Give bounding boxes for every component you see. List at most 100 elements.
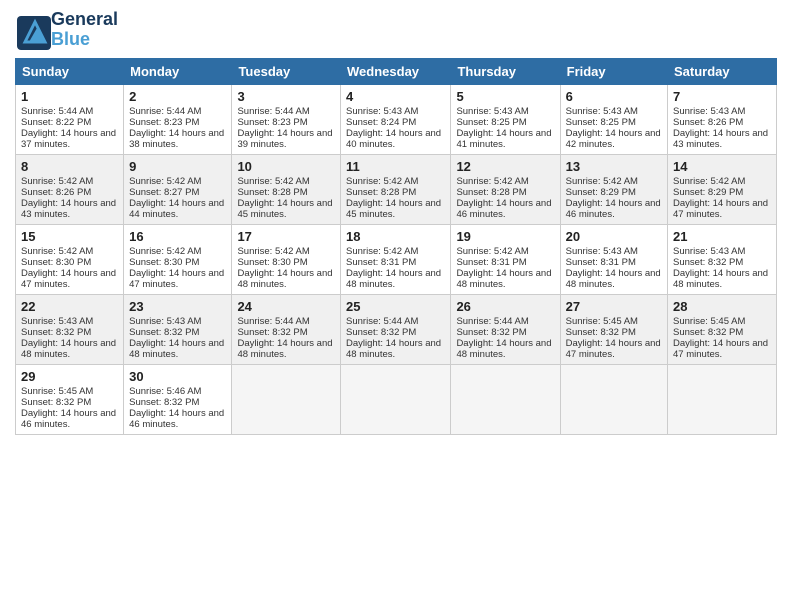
sunrise-label: Sunrise: 5:44 AM: [237, 106, 309, 117]
sunset-label: Sunset: 8:29 PM: [673, 187, 743, 198]
sunset-label: Sunset: 8:32 PM: [346, 327, 416, 338]
day-cell: 19 Sunrise: 5:42 AM Sunset: 8:31 PM Dayl…: [451, 224, 560, 294]
daylight-label: Daylight: 14 hours and 40 minutes.: [346, 128, 441, 150]
col-header-thursday: Thursday: [451, 58, 560, 84]
day-number: 8: [21, 159, 118, 174]
sunrise-label: Sunrise: 5:42 AM: [346, 246, 418, 257]
sunrise-label: Sunrise: 5:42 AM: [673, 176, 745, 187]
sunset-label: Sunset: 8:23 PM: [129, 117, 199, 128]
sunrise-label: Sunrise: 5:43 AM: [21, 316, 93, 327]
header-row: SundayMondayTuesdayWednesdayThursdayFrid…: [16, 58, 777, 84]
day-cell: 22 Sunrise: 5:43 AM Sunset: 8:32 PM Dayl…: [16, 294, 124, 364]
page: General Blue SundayMondayTuesdayWednesda…: [0, 0, 792, 612]
sunrise-label: Sunrise: 5:43 AM: [346, 106, 418, 117]
day-cell: 1 Sunrise: 5:44 AM Sunset: 8:22 PM Dayli…: [16, 84, 124, 154]
logo-text: General Blue: [51, 10, 118, 50]
sunrise-label: Sunrise: 5:42 AM: [346, 176, 418, 187]
daylight-label: Daylight: 14 hours and 48 minutes.: [237, 338, 332, 360]
col-header-tuesday: Tuesday: [232, 58, 341, 84]
sunrise-label: Sunrise: 5:44 AM: [346, 316, 418, 327]
day-number: 1: [21, 89, 118, 104]
day-cell: 5 Sunrise: 5:43 AM Sunset: 8:25 PM Dayli…: [451, 84, 560, 154]
col-header-monday: Monday: [124, 58, 232, 84]
sunset-label: Sunset: 8:31 PM: [566, 257, 636, 268]
week-row-4: 22 Sunrise: 5:43 AM Sunset: 8:32 PM Dayl…: [16, 294, 777, 364]
daylight-label: Daylight: 14 hours and 37 minutes.: [21, 128, 116, 150]
day-number: 23: [129, 299, 226, 314]
day-cell: 15 Sunrise: 5:42 AM Sunset: 8:30 PM Dayl…: [16, 224, 124, 294]
day-number: 30: [129, 369, 226, 384]
day-number: 10: [237, 159, 335, 174]
daylight-label: Daylight: 14 hours and 45 minutes.: [237, 198, 332, 220]
sunset-label: Sunset: 8:26 PM: [21, 187, 91, 198]
sunrise-label: Sunrise: 5:45 AM: [21, 386, 93, 397]
day-number: 18: [346, 229, 445, 244]
day-number: 26: [456, 299, 554, 314]
day-cell: 24 Sunrise: 5:44 AM Sunset: 8:32 PM Dayl…: [232, 294, 341, 364]
sunset-label: Sunset: 8:25 PM: [566, 117, 636, 128]
col-header-wednesday: Wednesday: [341, 58, 451, 84]
sunrise-label: Sunrise: 5:42 AM: [21, 176, 93, 187]
day-cell: 9 Sunrise: 5:42 AM Sunset: 8:27 PM Dayli…: [124, 154, 232, 224]
sunset-label: Sunset: 8:31 PM: [346, 257, 416, 268]
daylight-label: Daylight: 14 hours and 43 minutes.: [673, 128, 768, 150]
col-header-saturday: Saturday: [668, 58, 777, 84]
sunrise-label: Sunrise: 5:45 AM: [673, 316, 745, 327]
day-cell: 16 Sunrise: 5:42 AM Sunset: 8:30 PM Dayl…: [124, 224, 232, 294]
week-row-1: 1 Sunrise: 5:44 AM Sunset: 8:22 PM Dayli…: [16, 84, 777, 154]
sunset-label: Sunset: 8:30 PM: [129, 257, 199, 268]
sunrise-label: Sunrise: 5:44 AM: [237, 316, 309, 327]
sunrise-label: Sunrise: 5:42 AM: [456, 176, 528, 187]
day-cell: 30 Sunrise: 5:46 AM Sunset: 8:32 PM Dayl…: [124, 364, 232, 434]
day-cell: 14 Sunrise: 5:42 AM Sunset: 8:29 PM Dayl…: [668, 154, 777, 224]
daylight-label: Daylight: 14 hours and 39 minutes.: [237, 128, 332, 150]
col-header-friday: Friday: [560, 58, 667, 84]
day-number: 25: [346, 299, 445, 314]
day-number: 17: [237, 229, 335, 244]
daylight-label: Daylight: 14 hours and 47 minutes.: [673, 338, 768, 360]
daylight-label: Daylight: 14 hours and 44 minutes.: [129, 198, 224, 220]
sunrise-label: Sunrise: 5:42 AM: [456, 246, 528, 257]
sunset-label: Sunset: 8:27 PM: [129, 187, 199, 198]
sunrise-label: Sunrise: 5:44 AM: [129, 106, 201, 117]
daylight-label: Daylight: 14 hours and 47 minutes.: [673, 198, 768, 220]
daylight-label: Daylight: 14 hours and 46 minutes.: [456, 198, 551, 220]
sunrise-label: Sunrise: 5:42 AM: [237, 246, 309, 257]
header: General Blue: [15, 10, 777, 50]
day-number: 7: [673, 89, 771, 104]
day-cell: 26 Sunrise: 5:44 AM Sunset: 8:32 PM Dayl…: [451, 294, 560, 364]
sunset-label: Sunset: 8:31 PM: [456, 257, 526, 268]
daylight-label: Daylight: 14 hours and 48 minutes.: [456, 338, 551, 360]
sunset-label: Sunset: 8:32 PM: [21, 327, 91, 338]
sunrise-label: Sunrise: 5:46 AM: [129, 386, 201, 397]
day-cell: [232, 364, 341, 434]
day-cell: [560, 364, 667, 434]
day-number: 3: [237, 89, 335, 104]
day-number: 21: [673, 229, 771, 244]
daylight-label: Daylight: 14 hours and 47 minutes.: [21, 268, 116, 290]
sunset-label: Sunset: 8:29 PM: [566, 187, 636, 198]
sunset-label: Sunset: 8:32 PM: [129, 327, 199, 338]
logo: General Blue: [15, 10, 118, 50]
sunrise-label: Sunrise: 5:43 AM: [673, 106, 745, 117]
day-number: 11: [346, 159, 445, 174]
day-cell: 3 Sunrise: 5:44 AM Sunset: 8:23 PM Dayli…: [232, 84, 341, 154]
daylight-label: Daylight: 14 hours and 48 minutes.: [566, 268, 661, 290]
daylight-label: Daylight: 14 hours and 42 minutes.: [566, 128, 661, 150]
logo-icon: [15, 14, 47, 46]
daylight-label: Daylight: 14 hours and 46 minutes.: [21, 408, 116, 430]
day-number: 24: [237, 299, 335, 314]
day-cell: 12 Sunrise: 5:42 AM Sunset: 8:28 PM Dayl…: [451, 154, 560, 224]
day-cell: 18 Sunrise: 5:42 AM Sunset: 8:31 PM Dayl…: [341, 224, 451, 294]
day-cell: 8 Sunrise: 5:42 AM Sunset: 8:26 PM Dayli…: [16, 154, 124, 224]
day-cell: 7 Sunrise: 5:43 AM Sunset: 8:26 PM Dayli…: [668, 84, 777, 154]
day-cell: 17 Sunrise: 5:42 AM Sunset: 8:30 PM Dayl…: [232, 224, 341, 294]
sunset-label: Sunset: 8:32 PM: [673, 327, 743, 338]
sunrise-label: Sunrise: 5:43 AM: [566, 246, 638, 257]
day-cell: 11 Sunrise: 5:42 AM Sunset: 8:28 PM Dayl…: [341, 154, 451, 224]
daylight-label: Daylight: 14 hours and 48 minutes.: [673, 268, 768, 290]
week-row-2: 8 Sunrise: 5:42 AM Sunset: 8:26 PM Dayli…: [16, 154, 777, 224]
day-cell: 20 Sunrise: 5:43 AM Sunset: 8:31 PM Dayl…: [560, 224, 667, 294]
day-cell: [341, 364, 451, 434]
day-cell: 23 Sunrise: 5:43 AM Sunset: 8:32 PM Dayl…: [124, 294, 232, 364]
